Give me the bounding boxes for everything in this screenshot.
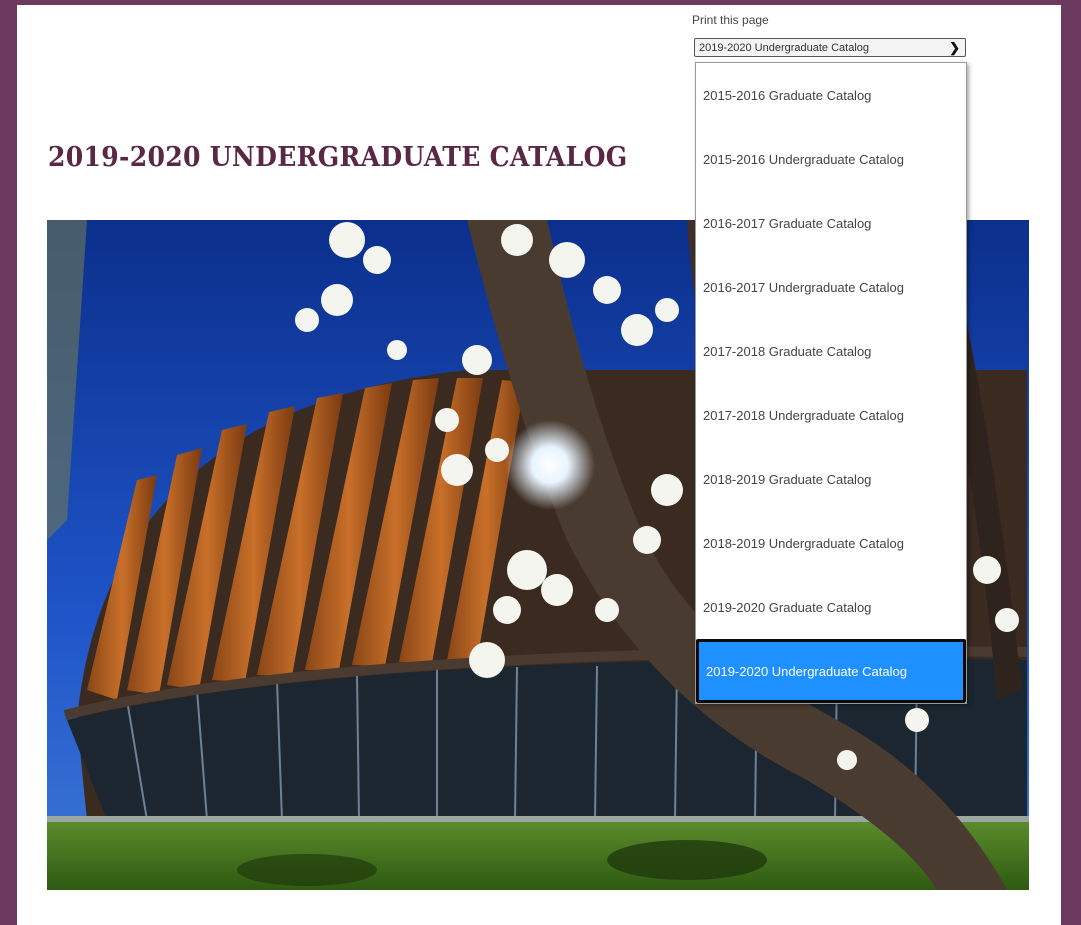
catalog-select[interactable]: 2019-2020 Undergraduate Catalog ❯ [694,38,966,57]
catalog-option[interactable]: 2017-2018 Graduate Catalog [696,319,966,383]
catalog-option[interactable]: 2015-2016 Graduate Catalog [696,63,966,127]
print-page-link[interactable]: Print this page [692,13,769,27]
catalog-option[interactable]: 2019-2020 Graduate Catalog [696,575,966,639]
catalog-option[interactable]: 2017-2018 Undergraduate Catalog [696,383,966,447]
catalog-option[interactable]: 2016-2017 Graduate Catalog [696,191,966,255]
catalog-option[interactable]: 2018-2019 Graduate Catalog [696,447,966,511]
catalog-dropdown-list[interactable]: 2015-2016 Graduate Catalog 2015-2016 Und… [695,62,967,704]
page-content: Print this page 2019-2020 Undergraduate … [17,5,1061,925]
catalog-option[interactable]: 2018-2019 Undergraduate Catalog [696,511,966,575]
catalog-option[interactable]: 2015-2016 Undergraduate Catalog [696,127,966,191]
chevron-down-icon: ❯ [949,40,960,55]
catalog-select-value: 2019-2020 Undergraduate Catalog [699,41,870,54]
catalog-option-selected[interactable]: 2019-2020 Undergraduate Catalog [696,639,966,703]
page-title: 2019-2020 UNDERGRADUATE CATALOG [48,142,628,173]
catalog-option[interactable]: 2016-2017 Undergraduate Catalog [696,255,966,319]
